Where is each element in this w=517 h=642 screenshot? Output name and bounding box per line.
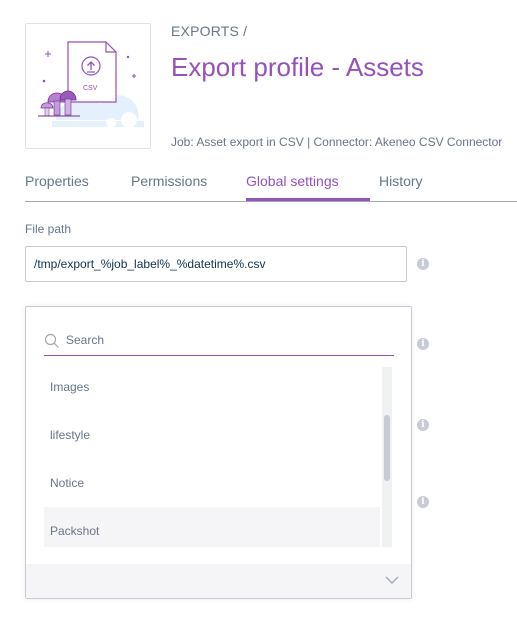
search-input[interactable] <box>66 329 386 351</box>
scrollbar-thumb[interactable] <box>384 415 390 481</box>
list-item[interactable]: Packshot <box>44 507 380 547</box>
info-icon: i <box>417 419 429 431</box>
search-icon <box>44 333 59 348</box>
select-dropdown: Images lifestyle Notice Packshot <box>25 306 412 599</box>
export-profile-thumbnail: CSV <box>25 23 151 149</box>
breadcrumb[interactable]: EXPORTS / <box>171 23 247 39</box>
tab-history[interactable]: History <box>379 173 423 200</box>
svg-text:CSV: CSV <box>83 85 98 92</box>
tab-permissions[interactable]: Permissions <box>131 173 207 200</box>
chevron-down-icon[interactable] <box>385 576 399 585</box>
job-info: Job: Asset export in CSV | Connector: Ak… <box>171 135 503 149</box>
info-icon: i <box>417 258 429 270</box>
tab-bar: Properties Permissions Global settings H… <box>25 173 517 202</box>
list-item[interactable]: Notice <box>44 459 380 507</box>
dropdown-toggle[interactable] <box>26 564 411 598</box>
info-icon: i <box>417 338 429 350</box>
tab-properties[interactable]: Properties <box>25 173 89 200</box>
tab-global-settings[interactable]: Global settings <box>246 173 370 201</box>
csv-file-illustration: CSV <box>38 41 144 128</box>
list-item[interactable]: Images <box>44 367 380 411</box>
list-item[interactable]: lifestyle <box>44 411 380 459</box>
dropdown-list: Images lifestyle Notice Packshot <box>44 367 394 547</box>
file-path-input[interactable]: /tmp/export_%job_label%_%datetime%.csv <box>25 246 407 282</box>
dropdown-search <box>44 327 394 356</box>
file-path-label: File path <box>25 222 72 236</box>
info-icon: i <box>417 496 429 508</box>
page-title: Export profile - Assets <box>171 52 424 82</box>
